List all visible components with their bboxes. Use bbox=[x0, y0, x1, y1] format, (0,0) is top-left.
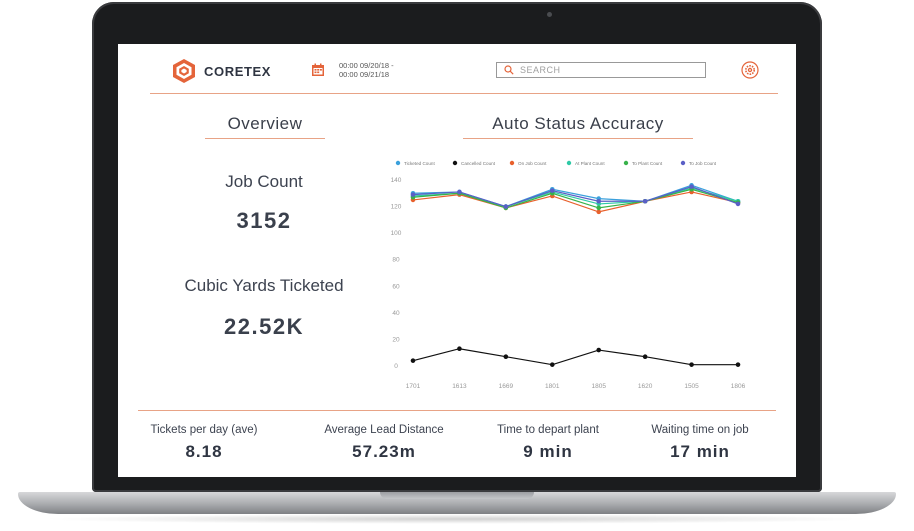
kpi-value: 8.18 bbox=[185, 442, 223, 461]
legend-marker bbox=[623, 160, 629, 166]
coretex-hexagon-icon bbox=[173, 59, 195, 83]
kpi-value: 17 min bbox=[670, 442, 730, 461]
cubic-yards-value: 22.52K bbox=[224, 314, 304, 339]
x-tick-label: 1806 bbox=[731, 383, 746, 390]
x-tick-label: 1620 bbox=[638, 383, 653, 390]
cubic-yards-label: Cubic Yards Ticketed bbox=[184, 276, 344, 295]
legend-marker bbox=[452, 160, 458, 166]
settings-gear-icon[interactable] bbox=[741, 61, 759, 79]
data-point bbox=[410, 358, 416, 363]
header-divider bbox=[150, 93, 778, 94]
legend-marker bbox=[395, 160, 401, 166]
date-range-end: 00:00 09/21/18 bbox=[339, 70, 390, 79]
laptop-shadow bbox=[40, 514, 874, 524]
y-tick-label: 20 bbox=[392, 336, 400, 343]
kpi-average-lead-distance: Average Lead Distance 57.23m bbox=[304, 424, 464, 462]
data-point bbox=[457, 189, 462, 195]
top-bar: CORETEX 00:00 09/20/18 - 00:00 09/21/18 bbox=[118, 44, 796, 94]
kpi-label: Average Lead Distance bbox=[324, 424, 444, 436]
data-point bbox=[549, 362, 555, 367]
x-tick-label: 1805 bbox=[591, 383, 606, 390]
overview-underline bbox=[205, 138, 325, 139]
x-tick-label: 1801 bbox=[545, 383, 560, 390]
dashboard-screen: CORETEX 00:00 09/20/18 - 00:00 09/21/18 bbox=[118, 44, 796, 477]
data-point bbox=[457, 346, 462, 352]
brand-name: CORETEX bbox=[204, 63, 272, 79]
y-tick-label: 0 bbox=[394, 363, 398, 370]
legend-label: At Plant Count bbox=[575, 161, 605, 166]
search-box[interactable] bbox=[496, 62, 706, 78]
chart-title-underline bbox=[463, 138, 693, 139]
kpi-value: 9 min bbox=[523, 442, 573, 461]
job-count-value: 3152 bbox=[236, 208, 292, 233]
kpi-value: 57.23m bbox=[352, 442, 416, 461]
overview-title: Overview bbox=[227, 114, 303, 133]
data-point bbox=[410, 192, 416, 197]
search-input[interactable] bbox=[520, 65, 690, 75]
kpi-divider bbox=[138, 410, 776, 411]
data-point bbox=[642, 198, 648, 204]
kpi-label: Waiting time on job bbox=[651, 424, 749, 436]
series-line bbox=[412, 348, 738, 366]
x-tick-label: 1701 bbox=[406, 383, 421, 390]
data-point bbox=[596, 209, 602, 215]
legend-marker bbox=[566, 160, 572, 166]
chart-title: Auto Status Accuracy bbox=[492, 114, 664, 133]
kpi-waiting-time-on-job: Waiting time on job 17 min bbox=[620, 424, 780, 462]
data-point bbox=[503, 354, 509, 359]
calendar-icon[interactable] bbox=[311, 63, 325, 77]
legend-label: Ticketed Count bbox=[404, 161, 435, 166]
date-range-start: 00:00 09/20/18 - bbox=[339, 61, 394, 70]
data-point bbox=[735, 362, 741, 367]
data-point bbox=[596, 205, 602, 211]
brand-logo[interactable]: CORETEX bbox=[172, 58, 271, 84]
y-tick-label: 80 bbox=[392, 257, 400, 264]
data-point bbox=[549, 188, 555, 193]
y-tick-label: 40 bbox=[392, 310, 400, 317]
kpi-time-to-depart-plant: Time to depart plant 9 min bbox=[468, 424, 628, 462]
kpi-tickets-per-day: Tickets per day (ave) 8.18 bbox=[124, 424, 284, 462]
legend-label: To Job Count bbox=[689, 161, 717, 166]
legend-label: Cancelled Count bbox=[461, 161, 496, 166]
y-tick-label: 120 bbox=[391, 204, 402, 211]
data-point bbox=[596, 347, 602, 353]
search-icon bbox=[504, 65, 514, 75]
data-point bbox=[642, 354, 648, 359]
legend-label: To Plant Count bbox=[632, 161, 663, 166]
auto-status-accuracy-chart: Ticketed Count Cancelled Count On Job Coun… bbox=[391, 160, 746, 390]
data-point bbox=[596, 198, 602, 204]
x-tick-label: 1505 bbox=[684, 383, 699, 390]
kpi-label: Tickets per day (ave) bbox=[150, 424, 258, 436]
legend-marker bbox=[509, 160, 515, 166]
data-point bbox=[689, 362, 694, 367]
data-point bbox=[735, 201, 741, 207]
date-range-picker[interactable]: 00:00 09/20/18 - 00:00 09/21/18 bbox=[339, 61, 394, 79]
x-tick-label: 1669 bbox=[499, 383, 514, 390]
y-tick-label: 100 bbox=[391, 230, 402, 237]
legend-marker bbox=[680, 160, 686, 166]
camera-dot bbox=[547, 12, 552, 17]
job-count-label: Job Count bbox=[225, 172, 303, 191]
y-tick-label: 60 bbox=[392, 283, 400, 290]
legend-label: On Job Count bbox=[518, 161, 547, 166]
data-point bbox=[503, 204, 509, 209]
series-line bbox=[412, 191, 739, 213]
data-point bbox=[689, 184, 694, 189]
kpi-label: Time to depart plant bbox=[497, 424, 599, 436]
laptop-hinge-notch bbox=[380, 492, 534, 499]
x-tick-label: 1613 bbox=[452, 383, 467, 390]
y-tick-label: 140 bbox=[391, 177, 402, 184]
